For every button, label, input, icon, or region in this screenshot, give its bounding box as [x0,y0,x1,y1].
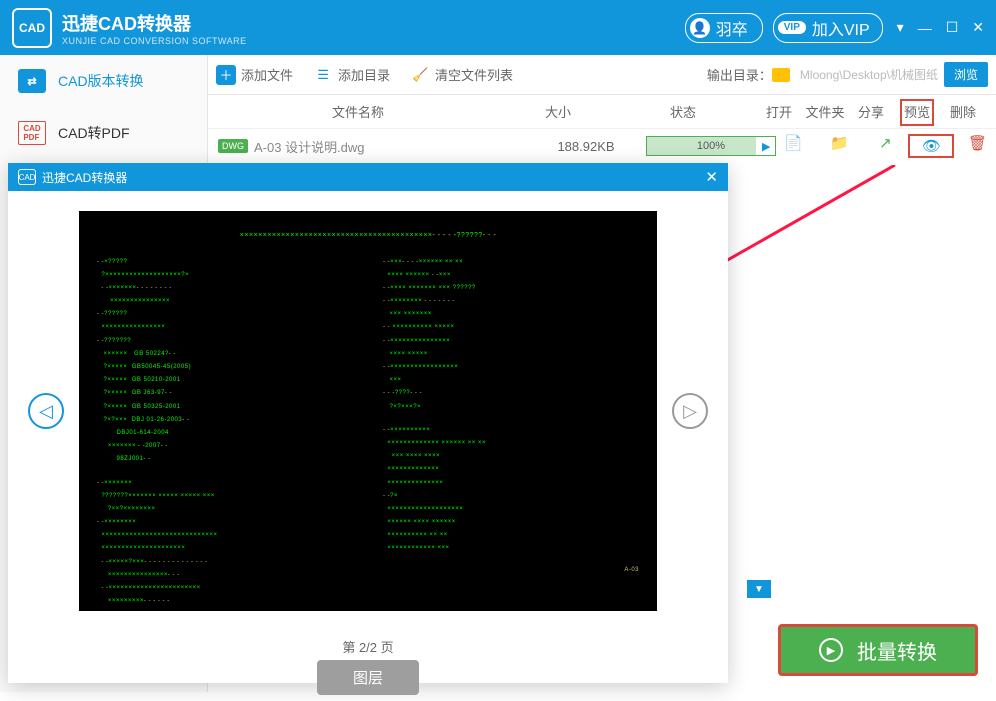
broom-icon: 🧹 [410,65,430,85]
app-header: CAD 迅捷CAD转换器 XUNJIE CAD CONVERSION SOFTW… [0,0,996,55]
user-avatar-icon: 👤 [690,18,710,38]
delete-icon[interactable]: 🗑 [954,134,996,158]
user-button[interactable]: 👤 羽卒 [685,13,763,43]
th-preview: 预览 [894,102,940,121]
file-row[interactable]: DWG A-03 设计说明.dwg 188.92KB 100% ▶ 📄 📁 ↗ … [208,129,996,163]
app-logo-icon: CAD [12,8,52,48]
folder-icon[interactable] [772,68,790,82]
close-icon[interactable]: ✕ [972,19,984,36]
preview-title-text: 迅捷CAD转换器 [42,169,127,186]
th-delete: 删除 [940,102,986,121]
list-icon: ☰ [313,65,333,85]
minimize-icon[interactable]: — [918,20,932,36]
play-icon[interactable]: ▶ [762,140,770,153]
title-block: 迅捷CAD转换器 XUNJIE CAD CONVERSION SOFTWARE [62,10,685,46]
plus-icon: ＋ [216,65,236,85]
share-icon[interactable]: ↗ [862,134,908,158]
collapse-toggle[interactable]: ▼ [747,580,771,598]
th-status: 状态 [618,102,748,121]
toolbar: ＋ 添加文件 ☰ 添加目录 🧹 清空文件列表 输出目录： Mloong\Desk… [208,55,996,95]
preview-icon[interactable]: 👁 [908,134,954,158]
play-circle-icon: ▶ [819,638,843,662]
sidebar-item-version-convert[interactable]: ⇄ CAD版本转换 [0,55,207,107]
username-label: 羽卒 [716,16,748,40]
preview-dialog: CAD 迅捷CAD转换器 ✕ ◁ ×××××××××××××××××××××××… [8,163,728,683]
output-dir-label: 输出目录： [707,65,772,84]
cad-pdf-icon: CADPDF [18,121,46,145]
open-folder-icon[interactable]: 📁 [816,134,862,158]
preview-footer: 第 2/2 页 图层 [8,631,728,701]
vip-button[interactable]: VIP 加入VIP [773,13,883,43]
clear-list-button[interactable]: 🧹 清空文件列表 [410,65,513,85]
cad-version-icon: ⇄ [18,69,46,93]
cad-preview-canvas: ××××××××××××××××××××××××××××××××××××××××… [79,211,657,611]
sidebar-label: CAD版本转换 [58,71,144,91]
add-directory-button[interactable]: ☰ 添加目录 [313,65,390,85]
app-title: 迅捷CAD转换器 [62,10,685,36]
table-header: 文件名称 大小 状态 打开 文件夹 分享 预览 删除 [208,95,996,129]
batch-convert-button[interactable]: ▶ 批量转换 [778,624,978,676]
app-subtitle: XUNJIE CAD CONVERSION SOFTWARE [62,36,685,46]
window-controls: ▾ — ☐ ✕ [897,19,984,36]
maximize-icon[interactable]: ☐ [946,19,959,36]
th-filename: 文件名称 [218,102,498,121]
file-name: A-03 设计说明.dwg [254,137,526,156]
sidebar-label: CAD转PDF [58,123,130,143]
annotation-arrow [700,165,900,275]
layer-button[interactable]: 图层 [317,660,419,695]
add-file-button[interactable]: ＋ 添加文件 [216,65,293,85]
open-file-icon[interactable]: 📄 [770,134,816,158]
browse-button[interactable]: 浏览 [944,62,988,87]
preview-logo-icon: CAD [18,169,36,185]
menu-icon[interactable]: ▾ [897,19,904,36]
prev-page-button[interactable]: ◁ [28,393,64,429]
th-folder: 文件夹 [802,102,848,121]
preview-titlebar: CAD 迅捷CAD转换器 ✕ [8,163,728,191]
progress-bar: 100% [646,136,776,156]
output-path: Mloong\Desktop\机械图纸 [800,66,938,83]
dwg-badge: DWG [218,139,248,153]
th-share: 分享 [848,102,894,121]
vip-label: 加入VIP [812,16,870,40]
file-size: 188.92KB [526,139,646,154]
vip-badge: VIP [778,21,806,34]
preview-body: ◁ ××××××××××××××××××××××××××××××××××××××… [8,191,728,631]
preview-close-icon[interactable]: ✕ [705,168,718,186]
th-open: 打开 [756,102,802,121]
next-page-button[interactable]: ▷ [672,393,708,429]
page-indicator: 第 2/2 页 [8,637,728,656]
sidebar-item-cad-to-pdf[interactable]: CADPDF CAD转PDF [0,107,207,159]
th-size: 大小 [498,102,618,121]
